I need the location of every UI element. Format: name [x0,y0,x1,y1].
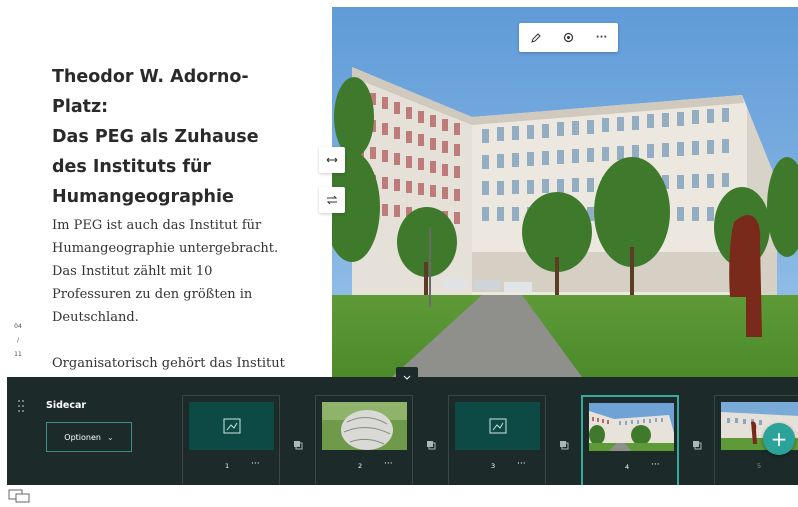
story-builder: Theodor W. Adorno- Platz: Das PEG als Zu… [0,0,798,507]
text-line: Professuren zu den größten in [52,287,253,302]
text-line: Das Institut zählt mit 10 [52,264,213,279]
narrative-body[interactable]: Im PEG ist auch das Institut für Humange… [52,214,312,377]
media-toolbar: ··· [519,23,618,52]
page-current: 04 [14,323,22,330]
building-photo [332,7,798,377]
slide-thumbnail[interactable]: 1 ··· [182,395,280,485]
page-separator: / [16,337,20,344]
add-slide-button[interactable]: + [763,423,795,455]
slide-thumb-image [589,403,674,451]
options-label: Optionen [64,432,101,442]
slide-thumb-image [322,402,407,450]
heading-line: des Instituts für [52,157,212,177]
text-line: Im PEG ist auch das Institut für [52,218,262,233]
heading-line: Theodor W. Adorno- [52,67,249,87]
edit-button[interactable] [522,26,550,50]
options-dropdown[interactable]: Optionen ⌄ [46,422,132,452]
settings-button[interactable] [555,26,583,50]
slide-more-button[interactable]: ··· [251,459,260,469]
expand-media-button[interactable] [319,147,345,173]
slide-thumbnail[interactable]: 2 ··· [315,395,413,485]
slide-more-button[interactable]: ··· [651,460,660,470]
slide-thumbnail-active[interactable]: 4 ··· [581,395,679,485]
pencil-icon [530,32,541,43]
chevron-down-icon: ⌄ [107,432,114,442]
main-photo[interactable] [332,7,798,377]
transition-icon[interactable] [559,440,569,450]
slide-thumbnail[interactable]: 3 ··· [448,395,546,485]
page-total: 11 [14,351,22,358]
building-thumb [589,403,674,451]
more-options-button[interactable]: ··· [588,26,616,50]
map-icon [223,418,240,434]
slide-number: 2 [358,462,363,470]
sculpture-thumb [322,402,407,450]
page-counter: 04 / 11 [12,323,24,365]
slide-more-button[interactable]: ··· [384,459,393,469]
slide-number: 5 [757,462,762,470]
slide-more-button[interactable]: ··· [517,459,526,469]
swap-icon [326,195,338,205]
text-line: Humangeographie untergebracht. [52,241,279,256]
resize-window-icon[interactable] [8,489,30,503]
slide-number: 4 [625,463,630,471]
slide-tray: Sidecar Optionen ⌄ 1 ··· 2 ··· 3 ··· 4 ·… [7,377,798,485]
arrows-horizontal-icon [326,157,338,163]
heading-line: Humangeographie [52,187,234,207]
transition-icon[interactable] [692,440,702,450]
paragraph: Organisatorisch gehört das Institut [52,352,312,375]
tray-title: Sidecar [46,400,87,411]
transition-icon[interactable] [293,440,303,450]
slide-thumb-image [455,402,540,450]
gear-icon [563,32,574,43]
text-line: Deutschland. [52,310,139,325]
text-line: Organisatorisch gehört das Institut [52,356,285,371]
heading-line: Platz: [52,97,109,117]
more-icon: ··· [595,32,608,43]
paragraph: Im PEG ist auch das Institut für Humange… [52,214,312,329]
narrative-panel: Theodor W. Adorno- Platz: Das PEG als Zu… [7,7,332,377]
slide-thumb-image [189,402,274,450]
drag-handle-icon[interactable] [17,399,25,413]
collapse-tray-button[interactable] [396,367,418,387]
heading-line: Das PEG als Zuhause [52,127,259,147]
map-icon [489,418,506,434]
chevron-down-icon [403,375,411,380]
plus-icon: + [770,427,788,451]
transition-icon[interactable] [426,440,436,450]
section-heading[interactable]: Theodor W. Adorno- Platz: Das PEG als Zu… [52,62,312,212]
slide-number: 3 [491,462,496,470]
slide-number: 1 [225,462,230,470]
swap-layout-button[interactable] [319,187,345,213]
